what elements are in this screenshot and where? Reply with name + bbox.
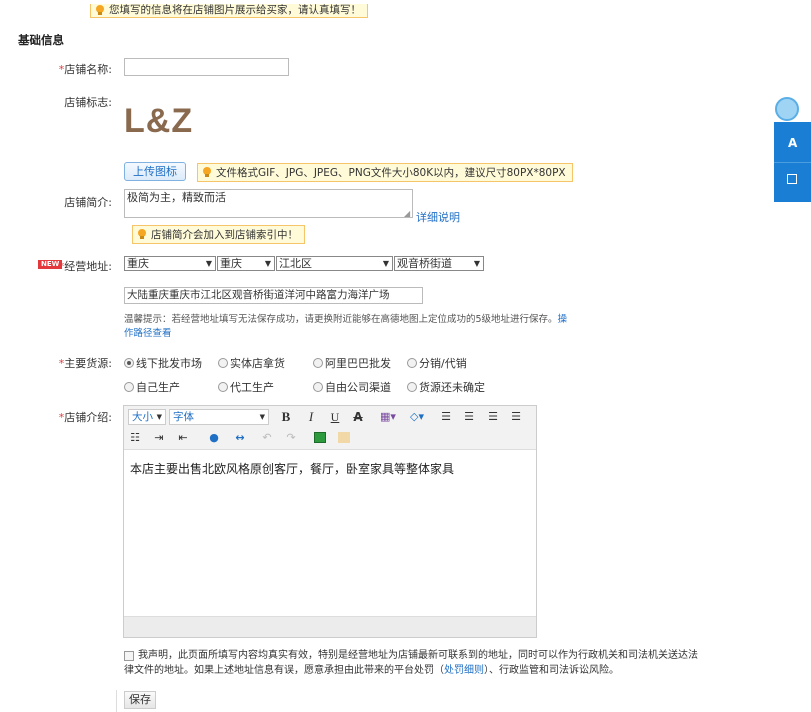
- radio-icon: [313, 358, 323, 368]
- image-icon[interactable]: [314, 432, 326, 443]
- radio-icon: [124, 382, 134, 392]
- undo-icon[interactable]: ↶: [260, 430, 274, 446]
- sidebar-top-icon[interactable]: A: [788, 136, 797, 150]
- declaration-checkbox[interactable]: [124, 651, 134, 661]
- sidebar-bottom-icon[interactable]: [787, 174, 797, 184]
- detail-link[interactable]: 详细说明: [416, 209, 460, 225]
- source-option[interactable]: 分销/代销: [407, 355, 467, 371]
- path-link[interactable]: 操: [558, 314, 568, 325]
- shop-name-label: *店铺名称:: [58, 63, 112, 76]
- lightbulb-icon: [203, 167, 211, 177]
- address-label: *经营地址:: [58, 260, 112, 273]
- color-fill-icon[interactable]: ◇▾: [406, 409, 428, 425]
- lightbulb-icon: [96, 5, 104, 15]
- align-justify-icon[interactable]: ☰: [509, 409, 523, 425]
- province-select[interactable]: 重庆 ▼: [124, 256, 216, 271]
- mascot-icon: [775, 97, 799, 121]
- source-option[interactable]: 实体店拿货: [218, 355, 285, 371]
- source-option[interactable]: 自由公司渠道: [313, 379, 391, 395]
- shop-intro-textarea[interactable]: 极简为主，精致而活: [124, 189, 413, 218]
- flash-icon[interactable]: [338, 432, 350, 443]
- declaration-text-2: 律文件的地址。如果上述地址信息有误，愿意承担由此带来的平台处罚（处罚细则）、行政…: [124, 665, 619, 676]
- italic-button[interactable]: I: [304, 409, 318, 425]
- align-left-icon[interactable]: ☰: [439, 409, 453, 425]
- city-select[interactable]: 重庆 ▼: [217, 256, 275, 271]
- editor-statusbar: [124, 616, 536, 637]
- editor-content[interactable]: 本店主要出售北欧风格原创客厅，餐厅，卧室家具等整体家具: [130, 460, 530, 477]
- radio-icon: [124, 358, 134, 368]
- sidebar-divider: [774, 162, 811, 163]
- source-option[interactable]: 阿里巴巴批发: [313, 355, 391, 371]
- upload-logo-button[interactable]: 上传图标: [124, 162, 186, 181]
- outdent-icon[interactable]: ⇤: [176, 430, 190, 446]
- table-icon[interactable]: ▦▾: [377, 409, 399, 425]
- save-button[interactable]: 保存: [124, 691, 156, 709]
- radio-icon: [407, 358, 417, 368]
- address-hint: 温馨提示：若经营地址填写无法保存成功，请更换附近能够在高德地图上定位成功的5级地…: [124, 314, 568, 339]
- radio-icon: [218, 382, 228, 392]
- district-select[interactable]: 江北区 ▼: [276, 256, 393, 271]
- intro-index-tip: 店铺简介会加入到店铺索引中！: [132, 225, 305, 244]
- shop-logo-label: 店铺标志:: [64, 96, 112, 109]
- source-option[interactable]: 线下批发市场: [124, 355, 202, 371]
- shop-name-input[interactable]: [124, 58, 289, 76]
- penalty-rules-link[interactable]: 处罚细则: [444, 665, 484, 676]
- shop-logo-image: L&Z: [124, 102, 194, 140]
- address-detail-input[interactable]: 大陆重庆重庆市江北区观音桥街道洋河中路富力海洋广场: [124, 287, 423, 304]
- source-option[interactable]: 自己生产: [124, 379, 180, 395]
- dropdown-arrow-icon: ▼: [382, 259, 389, 268]
- bold-button[interactable]: B: [279, 409, 293, 425]
- link-icon[interactable]: ●: [207, 430, 221, 446]
- shop-intro-label: 店铺简介:: [64, 196, 112, 209]
- source-option[interactable]: 货源还未确定: [407, 379, 485, 395]
- radio-icon: [407, 382, 417, 392]
- redo-icon[interactable]: ↷: [284, 430, 298, 446]
- radio-icon: [313, 382, 323, 392]
- path-link-cont[interactable]: 作路径查看: [124, 328, 172, 339]
- font-family-select[interactable]: 字体 ▼: [169, 409, 269, 425]
- dropdown-arrow-icon: ▼: [205, 259, 212, 268]
- align-center-icon[interactable]: ☰: [462, 409, 476, 425]
- align-right-icon[interactable]: ☰: [486, 409, 500, 425]
- editor-toolbar: 大小 ▼ 字体 ▼ B I U A ▦▾ ◇▾ ☰ ☰ ☰ ☰ ☷ ⇥ ⇤ ● ↔ …: [124, 406, 536, 450]
- indent-icon[interactable]: ⇥: [152, 430, 166, 446]
- resize-handle-icon[interactable]: ◢: [404, 209, 410, 218]
- strikethrough-button[interactable]: A: [351, 409, 365, 425]
- source-option[interactable]: 代工生产: [218, 379, 274, 395]
- font-size-select[interactable]: 大小 ▼: [128, 409, 166, 425]
- rich-text-editor: 大小 ▼ 字体 ▼ B I U A ▦▾ ◇▾ ☰ ☰ ☰ ☰ ☷ ⇥ ⇤ ● ↔ …: [123, 405, 537, 638]
- source-label: *主要货源:: [58, 357, 112, 370]
- underline-button[interactable]: U: [328, 409, 342, 425]
- left-divider: [116, 690, 117, 712]
- description-label: *店铺介绍:: [58, 411, 112, 424]
- code-icon[interactable]: ↔: [231, 430, 249, 446]
- ordered-list-icon[interactable]: ☷: [128, 430, 142, 446]
- dropdown-arrow-icon: ▼: [264, 259, 271, 268]
- radio-icon: [218, 358, 228, 368]
- declaration-text: 我声明，此页面所填写内容均真实有效，特别是经营地址为店铺最新可联系到的地址，同时…: [138, 650, 698, 661]
- street-select[interactable]: 观音桥街道 ▼: [394, 256, 484, 271]
- dropdown-arrow-icon: ▼: [473, 259, 480, 268]
- lightbulb-icon: [138, 229, 146, 239]
- top-notice: 您填写的信息将在店铺图片展示给买家，请认真填写！: [90, 4, 368, 18]
- upload-format-tip: 文件格式GIF、JPG、JPEG、PNG文件大小80K以内，建议尺寸80PX*8…: [197, 163, 573, 182]
- section-title: 基础信息: [18, 33, 64, 47]
- floating-sidebar[interactable]: A: [774, 122, 811, 202]
